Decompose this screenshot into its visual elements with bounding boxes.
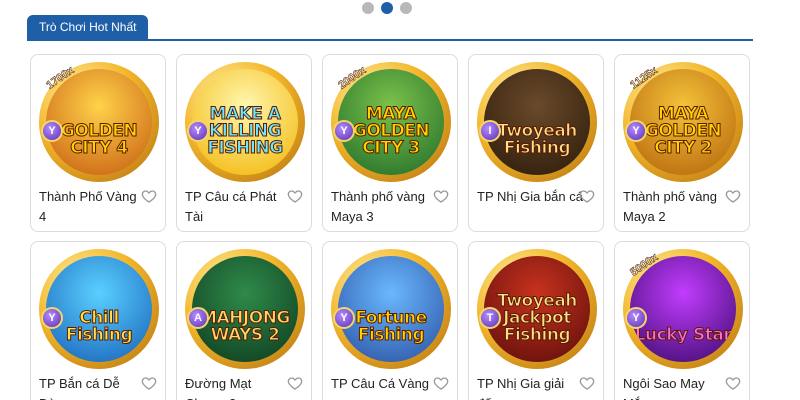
lucky-star-icon: Lucky Star bbox=[630, 256, 736, 362]
chill-fishing-icon: Chill Fishing bbox=[46, 256, 152, 362]
heart-icon[interactable] bbox=[725, 375, 741, 391]
provider-badge: T bbox=[479, 307, 501, 329]
thumbnail-title: Fortune Fishing bbox=[355, 308, 428, 345]
game-name[interactable]: TP Câu Cá Vàng bbox=[331, 374, 437, 394]
twoyeah-fishing-icon: Twoyeah Fishing bbox=[484, 69, 590, 175]
game-name[interactable]: TP Nhị Gia giải đấu bbox=[477, 374, 583, 400]
game-card[interactable]: Fortune Fishing Y TP Câu Cá Vàng bbox=[322, 241, 458, 400]
game-card[interactable]: Twoyeah Jackpot Fishing T TP Nhị Gia giải … bbox=[468, 241, 604, 400]
game-card[interactable]: GOLDEN CITY 4 1700x Y Thành Phố Vàng 4 bbox=[30, 54, 166, 232]
thumbnail-title: MAYA GOLDEN CITY 2 bbox=[644, 104, 722, 158]
heart-icon[interactable] bbox=[287, 375, 303, 391]
maya-golden-city-3-icon: MAYA GOLDEN CITY 3 bbox=[338, 69, 444, 175]
heart-icon[interactable] bbox=[725, 188, 741, 204]
game-card[interactable]: MAHJONG WAYS 2A Đường Mạt Chược 2 bbox=[176, 241, 312, 400]
game-thumbnail[interactable]: MAHJONG WAYS 2A bbox=[185, 249, 305, 369]
game-card[interactable]: Chill FishingY TP Bắn cá Dễ Dàng bbox=[30, 241, 166, 400]
game-thumbnail[interactable]: Fortune Fishing Y bbox=[331, 249, 451, 369]
thumbnail-title: Twoyeah Fishing bbox=[497, 121, 578, 158]
twoyeah-jackpot-fishing-icon: Twoyeah Jackpot Fishing bbox=[484, 256, 590, 362]
game-name[interactable]: Thành phố vàng Maya 2 bbox=[623, 187, 729, 227]
thumbnail-title: Lucky Star bbox=[634, 325, 732, 345]
game-thumbnail[interactable]: MAKE A KILLING FISHING Y bbox=[185, 62, 305, 182]
thumbnail-title: Chill Fishing bbox=[65, 308, 133, 345]
provider-badge: Y bbox=[41, 307, 63, 329]
game-thumbnail[interactable]: MAYA GOLDEN CITY 2 1125x Y bbox=[623, 62, 743, 182]
provider-badge: Y bbox=[333, 120, 355, 142]
game-card[interactable]: MAKE A KILLING FISHING Y TP Câu cá Phát Tà… bbox=[176, 54, 312, 232]
thumbnail-title: MAKE A KILLING FISHING bbox=[207, 104, 284, 158]
game-name[interactable]: Ngôi Sao May Mắn bbox=[623, 374, 729, 400]
thumbnail-title: GOLDEN CITY 4 bbox=[60, 121, 138, 158]
game-thumbnail[interactable]: Twoyeah Fishing I bbox=[477, 62, 597, 182]
game-name[interactable]: TP Bắn cá Dễ Dàng bbox=[39, 374, 145, 400]
fortune-fishing-icon: Fortune Fishing bbox=[338, 256, 444, 362]
make-a-killing-fishing-icon: MAKE A KILLING FISHING bbox=[192, 69, 298, 175]
provider-badge: Y bbox=[333, 307, 355, 329]
golden-city-4-icon: GOLDEN CITY 4 bbox=[46, 69, 152, 175]
game-card[interactable]: MAYA GOLDEN CITY 3 2000x Y Thành phố vàng M… bbox=[322, 54, 458, 232]
carousel-dot[interactable] bbox=[400, 2, 412, 14]
game-card[interactable]: MAYA GOLDEN CITY 2 1125x Y Thành phố vàng M… bbox=[614, 54, 750, 232]
game-card[interactable]: Lucky Star5000xY Ngôi Sao May Mắn bbox=[614, 241, 750, 400]
provider-badge: Y bbox=[625, 307, 647, 329]
games-grid: GOLDEN CITY 4 1700x Y Thành Phố Vàng 4 MAKE … bbox=[30, 54, 752, 400]
maya-golden-city-2-icon: MAYA GOLDEN CITY 2 bbox=[630, 69, 736, 175]
game-name[interactable]: TP Nhị Gia bắn cá bbox=[477, 187, 583, 207]
carousel-dot[interactable] bbox=[362, 2, 374, 14]
carousel-dots bbox=[362, 2, 412, 14]
heart-icon[interactable] bbox=[287, 188, 303, 204]
provider-badge: Y bbox=[625, 120, 647, 142]
provider-badge: Y bbox=[41, 120, 63, 142]
tab-hot-games[interactable]: Trò Chơi Hot Nhất bbox=[27, 15, 149, 39]
heart-icon[interactable] bbox=[579, 188, 595, 204]
provider-badge: I bbox=[479, 120, 501, 142]
game-thumbnail[interactable]: GOLDEN CITY 4 1700x Y bbox=[39, 62, 159, 182]
heart-icon[interactable] bbox=[141, 188, 157, 204]
thumbnail-title: Twoyeah Jackpot Fishing bbox=[497, 291, 578, 345]
provider-badge: Y bbox=[187, 120, 209, 142]
game-card[interactable]: Twoyeah Fishing I TP Nhị Gia bắn cá bbox=[468, 54, 604, 232]
game-thumbnail[interactable]: MAYA GOLDEN CITY 3 2000x Y bbox=[331, 62, 451, 182]
provider-badge: A bbox=[187, 307, 209, 329]
carousel-dot-active[interactable] bbox=[381, 2, 393, 14]
thumbnail-title: MAHJONG WAYS 2 bbox=[200, 308, 291, 345]
heart-icon[interactable] bbox=[141, 375, 157, 391]
game-name[interactable]: Đường Mạt Chược 2 bbox=[185, 374, 291, 400]
heart-icon[interactable] bbox=[579, 375, 595, 391]
game-thumbnail[interactable]: Chill Fishing Y bbox=[39, 249, 159, 369]
heart-icon[interactable] bbox=[433, 188, 449, 204]
game-name[interactable]: Thành phố vàng Maya 3 bbox=[331, 187, 437, 227]
game-name[interactable]: TP Câu cá Phát Tài bbox=[185, 187, 291, 227]
section-tab-bar: Trò Chơi Hot Nhất bbox=[27, 15, 753, 41]
game-name[interactable]: Thành Phố Vàng 4 bbox=[39, 187, 145, 227]
game-thumbnail[interactable]: Twoyeah Jackpot Fishing T bbox=[477, 249, 597, 369]
thumbnail-title: MAYA GOLDEN CITY 3 bbox=[352, 104, 430, 158]
mahjong-ways-2-icon: MAHJONG WAYS 2 bbox=[192, 256, 298, 362]
game-thumbnail[interactable]: Lucky Star 5000x Y bbox=[623, 249, 743, 369]
heart-icon[interactable] bbox=[433, 375, 449, 391]
